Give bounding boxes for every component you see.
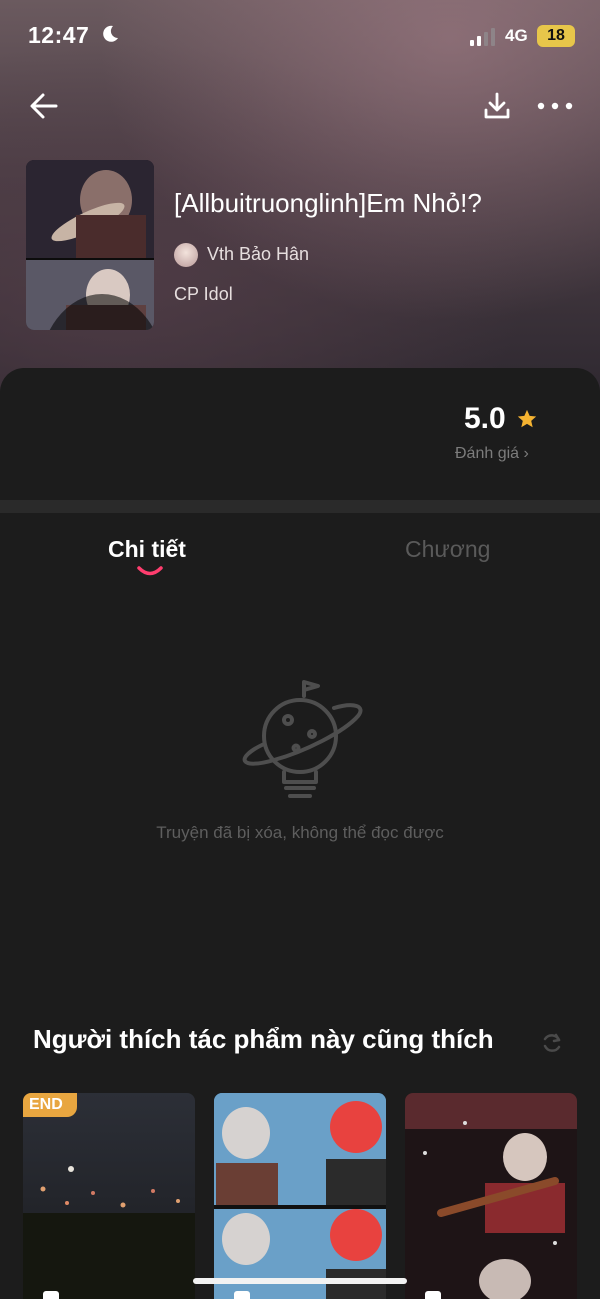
rating-link[interactable]: Đánh giá ›: [455, 445, 529, 463]
star-icon: [517, 409, 537, 428]
recommendation-card[interactable]: [405, 1093, 577, 1299]
section-divider: [0, 500, 600, 513]
story-title: [Allbuitruonglinh]Em Nhỏ!?: [174, 188, 482, 218]
signal-icon: [470, 28, 495, 46]
end-badge: END: [23, 1093, 77, 1117]
back-arrow-icon[interactable]: [26, 88, 62, 124]
status-time: 12:47: [28, 22, 90, 48]
recommendation-card[interactable]: END: [23, 1093, 195, 1299]
battery-level: 18: [537, 25, 575, 47]
refresh-icon[interactable]: [540, 1031, 564, 1055]
rating-value: 5.0: [464, 402, 506, 435]
author-name[interactable]: Vth Bảo Hân: [207, 244, 309, 265]
status-bar: 12:47 4G 18: [0, 0, 600, 72]
planet-lightbulb-icon: [242, 680, 363, 798]
tab-details[interactable]: Chi tiết: [108, 536, 186, 563]
story-cover: [26, 160, 154, 330]
tab-chapters[interactable]: Chương: [405, 536, 490, 563]
network-type: 4G: [505, 26, 528, 45]
recommendation-card[interactable]: [214, 1093, 386, 1299]
story-category[interactable]: CP Idol: [174, 284, 233, 305]
more-options-icon[interactable]: [535, 96, 575, 116]
card-chip: [425, 1291, 441, 1299]
empty-state-message: Truyện đã bị xóa, không thể đọc được: [156, 823, 444, 842]
card-chip: [234, 1291, 250, 1299]
moon-icon: [103, 25, 118, 42]
home-indicator: [193, 1278, 407, 1284]
recommendations-title: Người thích tác phẩm này cũng thích: [33, 1024, 494, 1054]
card-chip: [43, 1291, 59, 1299]
author-avatar[interactable]: [174, 243, 198, 267]
download-icon[interactable]: [481, 90, 513, 122]
active-tab-indicator: [137, 566, 163, 576]
